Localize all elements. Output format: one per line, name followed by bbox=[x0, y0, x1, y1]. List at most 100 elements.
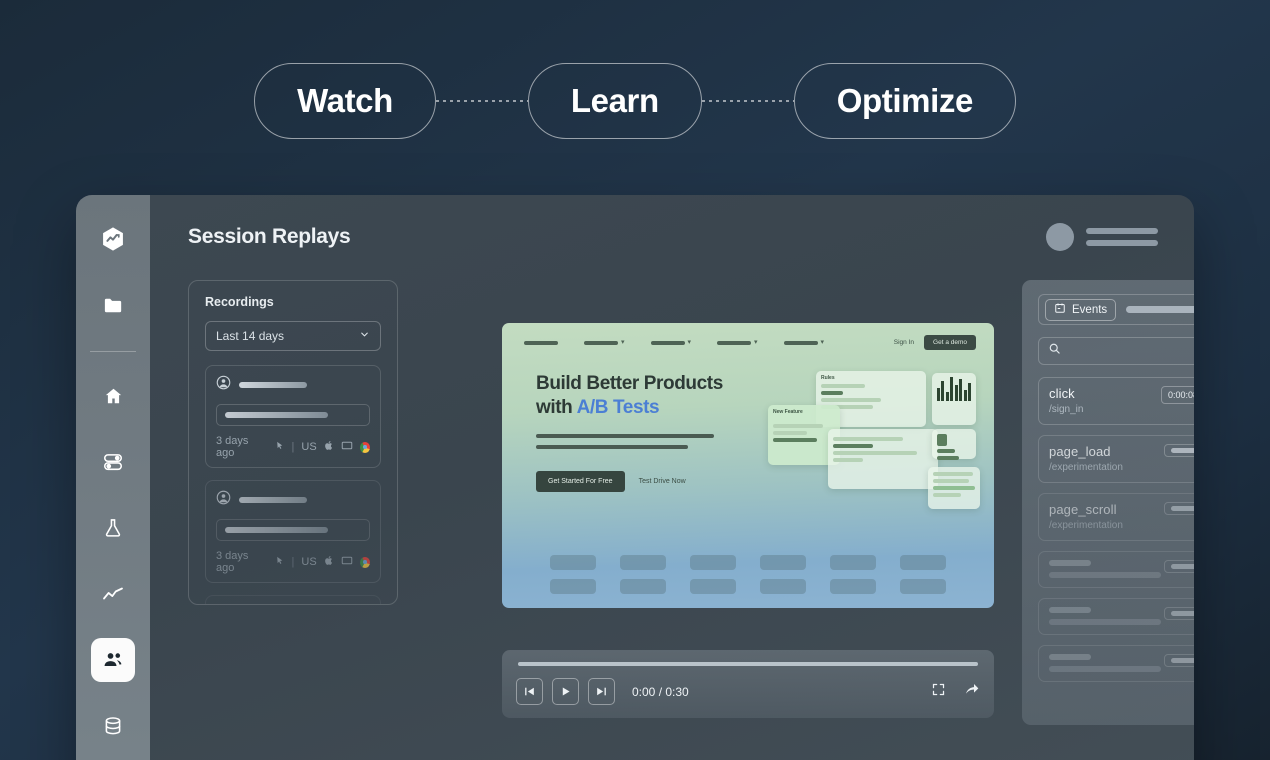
events-search-input[interactable] bbox=[1038, 337, 1194, 365]
recordings-title: Recordings bbox=[205, 295, 274, 309]
event-timestamp-placeholder bbox=[1164, 607, 1194, 620]
flow-step-label: Optimize bbox=[836, 82, 974, 119]
flow-step-optimize[interactable]: Optimize bbox=[793, 63, 1016, 139]
event-item[interactable]: page_scroll /experimentation bbox=[1038, 493, 1194, 541]
monitor-icon bbox=[341, 440, 353, 455]
database-icon[interactable] bbox=[91, 704, 135, 748]
events-list: click /sign_in 0:00:08 page_load /experi… bbox=[1038, 377, 1194, 682]
search-icon bbox=[1048, 342, 1061, 360]
replay-site-nav: ▾ ▾ ▾ ▾ Sign In Get a demo bbox=[502, 323, 994, 350]
recording-meta: 3 days ago | US bbox=[216, 550, 370, 574]
apple-icon bbox=[324, 440, 334, 454]
skip-forward-icon[interactable] bbox=[588, 678, 615, 705]
replay-headline-line2-prefix: with bbox=[536, 397, 577, 419]
event-name: page_load bbox=[1049, 444, 1111, 459]
user-name-placeholder bbox=[1086, 228, 1158, 246]
recording-card[interactable] bbox=[205, 595, 381, 604]
sidebar-item-session-replays[interactable] bbox=[91, 638, 135, 682]
tab-events[interactable]: Events bbox=[1045, 298, 1117, 321]
cursor-click-icon bbox=[274, 555, 285, 569]
mock-rules-label: Rules bbox=[821, 375, 835, 381]
event-item-placeholder[interactable] bbox=[1038, 551, 1194, 588]
flow-diagram: Watch Learn Optimize bbox=[0, 63, 1270, 139]
event-timestamp-placeholder bbox=[1164, 560, 1194, 573]
avatar bbox=[1046, 223, 1074, 251]
event-timestamp-placeholder bbox=[1164, 502, 1194, 515]
sidebar-divider bbox=[90, 351, 136, 352]
recordings-panel: Recordings Last 14 days 3 days ago | US … bbox=[188, 280, 398, 605]
share-icon[interactable] bbox=[964, 681, 980, 702]
page-title: Session Replays bbox=[188, 225, 351, 248]
line-chart-icon[interactable] bbox=[91, 572, 135, 616]
folder-icon[interactable] bbox=[91, 283, 135, 327]
chrome-icon bbox=[359, 556, 370, 568]
calendar-icon bbox=[1054, 302, 1066, 317]
chrome-icon bbox=[359, 441, 370, 453]
playback-time: 0:00 / 0:30 bbox=[632, 684, 689, 699]
recording-card[interactable]: 3 days ago | US bbox=[205, 480, 381, 583]
recording-name-placeholder bbox=[239, 382, 307, 388]
event-item-placeholder[interactable] bbox=[1038, 598, 1194, 635]
events-panel-header: Events bbox=[1038, 294, 1194, 325]
replay-headline-accent: A/B Tests bbox=[576, 397, 660, 419]
flow-connector-1 bbox=[435, 100, 528, 102]
recording-country: US bbox=[301, 556, 317, 568]
date-range-select[interactable]: Last 14 days bbox=[205, 321, 381, 351]
event-path: /experimentation bbox=[1049, 462, 1123, 473]
feature-flags-toggle-icon[interactable] bbox=[91, 440, 135, 484]
player-controls: 0:00 / 0:30 bbox=[502, 650, 994, 718]
apple-icon bbox=[324, 555, 334, 569]
recording-name-placeholder bbox=[239, 497, 307, 503]
replay-demo-button: Get a demo bbox=[924, 335, 976, 350]
flow-step-learn[interactable]: Learn bbox=[527, 63, 702, 139]
chevron-down-icon bbox=[359, 329, 370, 343]
replay-signin-link: Sign In bbox=[893, 339, 915, 346]
event-item[interactable]: click /sign_in 0:00:08 bbox=[1038, 377, 1194, 425]
recording-card[interactable]: 3 days ago | US bbox=[205, 365, 381, 468]
recording-url-placeholder bbox=[216, 404, 370, 426]
event-path: /sign_in bbox=[1049, 404, 1084, 415]
replay-cta-secondary: Test Drive Now bbox=[638, 477, 686, 485]
home-icon[interactable] bbox=[91, 374, 135, 418]
play-icon[interactable] bbox=[552, 678, 579, 705]
recording-time: 3 days ago bbox=[216, 550, 249, 574]
replay-product-mockup: Rules New Feature bbox=[768, 371, 994, 511]
event-item-placeholder[interactable] bbox=[1038, 645, 1194, 682]
monitor-icon bbox=[341, 555, 353, 570]
replay-cta-primary: Get Started For Free bbox=[536, 470, 625, 492]
app-window: Session Replays Recordings Last 14 days bbox=[76, 195, 1194, 760]
replay-footer-logos bbox=[502, 555, 994, 594]
recording-time: 3 days ago bbox=[216, 435, 249, 459]
flow-step-watch[interactable]: Watch bbox=[254, 63, 436, 139]
recording-country: US bbox=[301, 441, 317, 453]
session-replay-viewport[interactable]: ▾ ▾ ▾ ▾ Sign In Get a demo Build Better … bbox=[502, 323, 994, 608]
recordings-list: 3 days ago | US 3 days ago | US bbox=[205, 365, 381, 604]
flow-connector-2 bbox=[701, 100, 794, 102]
event-timestamp: 0:00:08 bbox=[1160, 386, 1194, 404]
event-timestamp-placeholder bbox=[1164, 654, 1194, 667]
app-logo[interactable] bbox=[91, 217, 135, 261]
event-path: /experimentation bbox=[1049, 520, 1123, 531]
cursor-click-icon bbox=[274, 440, 285, 454]
main-content: Session Replays Recordings Last 14 days bbox=[150, 195, 1194, 760]
playback-progress-bar[interactable] bbox=[518, 662, 978, 666]
flow-step-label: Watch bbox=[297, 82, 393, 119]
event-name: click bbox=[1049, 386, 1075, 401]
user-menu[interactable] bbox=[1046, 223, 1158, 251]
skip-back-icon[interactable] bbox=[516, 678, 543, 705]
person-icon bbox=[216, 490, 231, 510]
fullscreen-icon[interactable] bbox=[931, 682, 946, 702]
sidebar bbox=[76, 195, 150, 760]
recording-url-placeholder bbox=[216, 519, 370, 541]
events-panel: Events click /sign_in 0:00:08 bbox=[1022, 280, 1194, 725]
flask-icon[interactable] bbox=[91, 506, 135, 550]
event-item[interactable]: page_load /experimentation bbox=[1038, 435, 1194, 483]
person-icon bbox=[216, 375, 231, 395]
replay-headline-line1: Build Better Products bbox=[536, 373, 723, 394]
flow-step-label: Learn bbox=[570, 82, 659, 119]
event-timestamp-placeholder bbox=[1164, 444, 1194, 457]
event-name: page_scroll bbox=[1049, 502, 1117, 517]
events-header-placeholder bbox=[1126, 306, 1194, 313]
mock-new-feature-label: New Feature bbox=[773, 409, 803, 415]
recording-meta: 3 days ago | US bbox=[216, 435, 370, 459]
